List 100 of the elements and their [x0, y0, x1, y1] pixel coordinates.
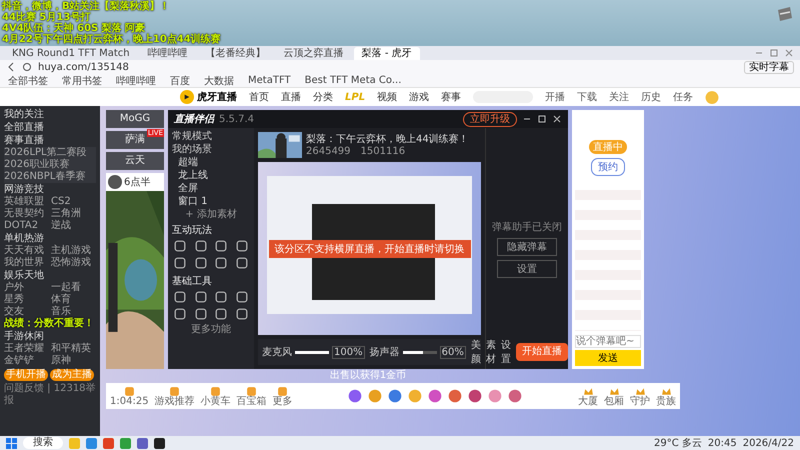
category-link[interactable]: 交友	[4, 306, 49, 318]
gift-icon[interactable]	[368, 389, 382, 403]
header-action[interactable]: 任务	[673, 90, 694, 104]
bookmark-link[interactable]: 哔哩哔哩	[116, 74, 156, 88]
danmaku-button[interactable]: 隐藏弹幕	[497, 238, 557, 256]
tool-icon[interactable]	[194, 257, 207, 269]
tool-icon[interactable]	[236, 308, 248, 320]
gift-icon[interactable]	[428, 389, 442, 403]
category-link[interactable]: 和平精英	[51, 343, 96, 355]
category-link[interactable]: 英雄联盟	[4, 196, 49, 208]
header-action[interactable]: 关注	[609, 90, 630, 104]
category-link[interactable]: 恐怖游戏	[51, 257, 96, 269]
category-link[interactable]: 天天有戏	[4, 245, 49, 257]
tool-icon[interactable]	[215, 291, 228, 303]
nav-link[interactable]: 游戏	[409, 90, 430, 104]
send-button[interactable]: 发送	[575, 350, 641, 366]
event-item[interactable]: 2026NBPL春季赛	[4, 171, 96, 183]
browser-tab[interactable]: 【老番经典】	[198, 46, 274, 60]
header-action[interactable]: 开播	[545, 90, 566, 104]
nav-link[interactable]: 赛事	[441, 90, 462, 104]
scene-tab[interactable]: 我的场景	[172, 143, 250, 156]
bookmark-link[interactable]: 常用书签	[62, 74, 102, 88]
back-icon[interactable]	[6, 62, 16, 72]
danmaku-button[interactable]: 设置	[497, 260, 557, 278]
scene-item[interactable]: 超端	[172, 156, 250, 169]
upgrade-button[interactable]: 立即升级	[463, 112, 517, 126]
streamer-button[interactable]: MoGG	[106, 110, 164, 128]
bookmark-link[interactable]: 全部书签	[8, 74, 48, 88]
volume-slider[interactable]	[295, 350, 329, 354]
category-link[interactable]: 星秀	[4, 294, 49, 306]
bookmark-link[interactable]: Best TFT Meta Co...	[304, 75, 402, 86]
tool-button[interactable]: 素材	[486, 338, 496, 366]
window-controls-icon[interactable]	[522, 115, 562, 123]
tool-icon[interactable]	[174, 257, 186, 269]
bookmark-link[interactable]: 百度	[170, 74, 190, 88]
category-link[interactable]: 音乐	[51, 306, 96, 318]
start-icon[interactable]	[6, 438, 17, 448]
bookmark-link[interactable]: 大数据	[204, 74, 234, 88]
gift-icon[interactable]	[634, 386, 646, 396]
tool-icon[interactable]	[215, 240, 228, 252]
scene-item[interactable]: 窗口 1	[172, 195, 250, 208]
tool-button[interactable]: 设置	[500, 338, 511, 366]
browser-tab[interactable]: 哔哩哔哩	[140, 46, 196, 60]
tool-button[interactable]: 美颜	[470, 338, 481, 366]
sidebar-item[interactable]: 赛事直播	[4, 134, 96, 147]
category-link[interactable]: 无畏契约	[4, 208, 49, 220]
gift-icon[interactable]	[468, 389, 482, 403]
tool-icon[interactable]	[215, 257, 228, 269]
category-link[interactable]: 王者荣耀	[4, 343, 49, 355]
tool-icon[interactable]	[174, 291, 186, 303]
chat-input[interactable]: 说个弹幕吧~	[575, 335, 641, 348]
follow-button[interactable]: 预约	[591, 158, 625, 176]
tool-icon[interactable]	[236, 291, 248, 303]
tool-icon[interactable]	[194, 308, 207, 320]
nav-link[interactable]: 视频	[377, 90, 398, 104]
tool-icon[interactable]	[174, 240, 186, 252]
streamer-button[interactable]: 云天	[106, 152, 164, 170]
category-link[interactable]: 金铲铲	[4, 355, 49, 367]
tool-icon[interactable]	[194, 291, 207, 303]
address-field[interactable]: huya.com/135148	[38, 60, 738, 74]
category-link[interactable]: DOTA2	[4, 220, 49, 232]
tool-icon[interactable]	[236, 240, 248, 252]
gift-icon[interactable]	[388, 389, 402, 403]
header-action[interactable]: 下载	[577, 90, 598, 104]
tool-icon[interactable]	[215, 308, 228, 320]
add-source-button[interactable]: + 添加素材	[172, 208, 250, 221]
gift-icon[interactable]	[348, 389, 362, 403]
tool-icon[interactable]	[194, 240, 207, 252]
event-item[interactable]: 2026职业联赛	[4, 159, 96, 171]
gift-icon[interactable]	[508, 389, 522, 403]
sidebar-item[interactable]: 全部直播	[4, 121, 96, 134]
gift-icon[interactable]	[448, 389, 462, 403]
browser-tab[interactable]: KNG Round1 TFT Match	[4, 46, 138, 60]
more-link[interactable]: 更多功能	[172, 323, 250, 336]
tool-icon[interactable]	[236, 257, 248, 269]
browser-tab[interactable]: 梨落 - 虎牙	[354, 46, 420, 60]
search-field[interactable]: 搜索	[23, 437, 63, 449]
category-link[interactable]: 户外	[4, 282, 49, 294]
scene-item[interactable]: 龙上线	[172, 169, 250, 182]
gift-icon[interactable]	[660, 386, 672, 396]
category-link[interactable]: 我的世界	[4, 257, 49, 269]
category-link[interactable]: 三角洲	[51, 208, 96, 220]
scene-item[interactable]: 全屏	[172, 182, 250, 195]
category-link[interactable]: 一起看	[51, 282, 96, 294]
browser-tab[interactable]: 云顶之弈直播	[276, 46, 352, 60]
bookmark-link[interactable]: MetaTFT	[248, 75, 291, 86]
gift-icon[interactable]	[582, 386, 594, 396]
gift-icon[interactable]	[488, 389, 502, 403]
category-link[interactable]: 主机游戏	[51, 245, 96, 257]
event-item[interactable]: 2026LPL第二赛段	[4, 147, 96, 159]
sidebar-item[interactable]: 我的关注	[4, 108, 96, 121]
site-logo[interactable]: 虎牙直播	[180, 90, 237, 104]
footer-links[interactable]: 问题反馈 | 12318举报	[4, 383, 96, 407]
header-action[interactable]: 历史	[641, 90, 662, 104]
category-link[interactable]: 体育	[51, 294, 96, 306]
tool-icon[interactable]	[174, 308, 186, 320]
mode-dropdown[interactable]: 常规模式	[172, 130, 250, 143]
gift-icon[interactable]	[608, 386, 620, 396]
category-link[interactable]: 逆战	[51, 220, 96, 232]
nav-link[interactable]: 直播	[281, 90, 301, 104]
